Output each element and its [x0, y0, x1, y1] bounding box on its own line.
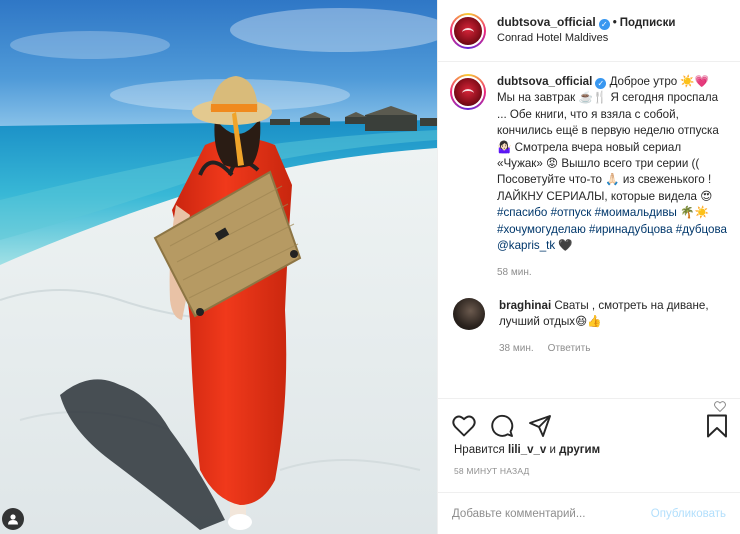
avatar[interactable]: [450, 12, 486, 49]
verified-icon: ✓: [598, 19, 610, 30]
caption-avatar[interactable]: [450, 74, 486, 110]
comment-username[interactable]: braghinai: [499, 299, 551, 312]
caption: dubtsova_official ✓ Доброе утро ☀️💗 Мы на…: [450, 74, 728, 282]
header-text: dubtsova_official ✓ • Подписки Conrad Hotel…: [497, 15, 675, 46]
comment-time[interactable]: 38 мин.: [499, 343, 534, 354]
comment-body: braghinai Сваты , смотреть на диване, лу…: [499, 298, 717, 357]
likes-line: Нравится lili_v_v и другим: [438, 444, 740, 464]
reply-button[interactable]: Ответить: [548, 343, 591, 354]
following-button[interactable]: Подписки: [620, 17, 676, 29]
add-comment-bar: Опубликовать: [438, 492, 740, 534]
comment-input[interactable]: [452, 507, 651, 520]
hashtag-link[interactable]: #хочумогуделаю: [497, 223, 586, 236]
hashtag-link[interactable]: #моимальдивы: [595, 206, 677, 219]
post-panel: dubtsova_official ✓ • Подписки Conrad Hotel…: [437, 0, 740, 534]
likes-middle: и: [546, 444, 560, 456]
beach-photo: [0, 0, 437, 534]
mention-link[interactable]: @kapris_tk: [497, 239, 555, 252]
save-button[interactable]: [706, 414, 728, 438]
header-separator: •: [612, 17, 617, 29]
user-tag-button[interactable]: [2, 508, 24, 530]
person-icon: [8, 514, 18, 525]
location-link[interactable]: Conrad Hotel Maldives: [497, 31, 675, 46]
caption-text: Доброе утро ☀️💗 Мы на завтрак ☕️🍴 Я сего…: [497, 75, 719, 203]
likes-user-link[interactable]: lili_v_v: [508, 444, 546, 456]
comments-area: dubtsova_official ✓ Доброе утро ☀️💗 Мы на…: [438, 62, 740, 413]
comment-meta: 38 мин. Ответить: [499, 341, 717, 357]
share-icon: [529, 414, 551, 437]
hashtag-link[interactable]: #дубцова: [676, 223, 727, 236]
post-timestamp[interactable]: 58 МИНУТ НАЗАД: [438, 466, 740, 492]
heart-icon: [452, 415, 476, 436]
caption-username[interactable]: dubtsova_official: [497, 75, 592, 88]
commenter-avatar[interactable]: [453, 297, 485, 330]
caption-time[interactable]: 58 мин.: [497, 265, 728, 281]
heart-icon: [714, 401, 726, 413]
share-button[interactable]: [528, 414, 552, 438]
hashtag-link[interactable]: #иринадубцова: [589, 223, 672, 236]
bookmark-icon: [707, 414, 727, 437]
post-photo[interactable]: [0, 0, 437, 534]
verified-icon: ✓: [595, 78, 607, 89]
instagram-post: dubtsova_official ✓ • Подписки Conrad Hotel…: [0, 0, 740, 534]
caption-emoji: 🖤: [558, 239, 573, 253]
likes-others-link[interactable]: другим: [559, 444, 600, 456]
comment-icon: [491, 414, 514, 437]
like-button[interactable]: [452, 415, 476, 437]
header-username[interactable]: dubtsova_official: [497, 15, 596, 29]
comment-item: braghinai Сваты , смотреть на диване, лу…: [450, 297, 728, 357]
post-header: dubtsova_official ✓ • Подписки Conrad Hotel…: [438, 0, 740, 62]
caption-body: dubtsova_official ✓ Доброе утро ☀️💗 Мы на…: [497, 74, 728, 282]
comment-button[interactable]: [490, 414, 514, 438]
caption-emoji: 🌴☀️: [680, 206, 709, 220]
comment-like-button[interactable]: [714, 401, 726, 415]
hashtag-link[interactable]: #спасибо: [497, 206, 547, 219]
publish-button[interactable]: Опубликовать: [651, 508, 726, 520]
likes-prefix: Нравится: [454, 444, 508, 456]
hashtag-link[interactable]: #отпуск: [551, 206, 592, 219]
